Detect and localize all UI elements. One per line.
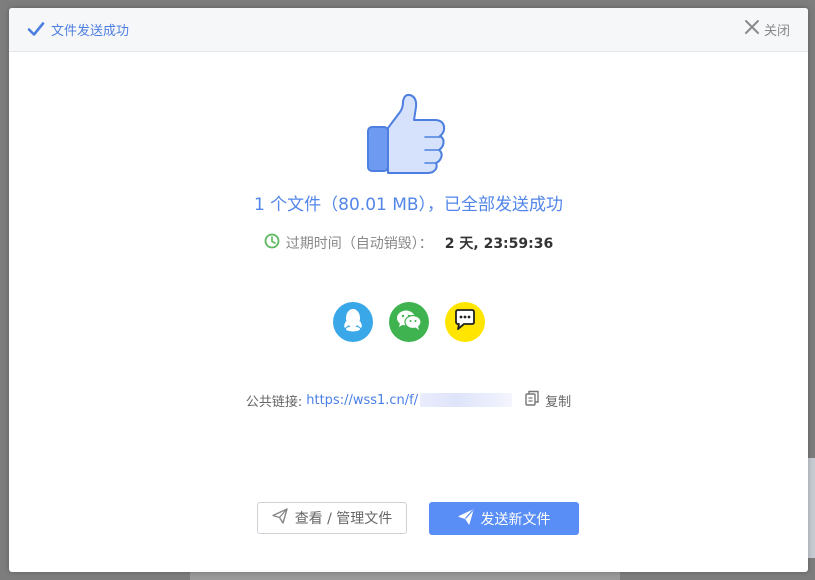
- expiry-countdown: 2 天, 23:59:36: [444, 236, 554, 252]
- share-qq-button[interactable]: [332, 302, 373, 342]
- wechat-icon: [395, 308, 423, 336]
- close-icon: [744, 19, 760, 39]
- view-manage-files-label: 查看 / 管理文件: [294, 511, 393, 527]
- public-link-label: 公共链接:: [245, 394, 303, 410]
- expiry-label: 过期时间（自动销毁）：: [285, 236, 433, 252]
- redacted-link-code: [420, 393, 513, 407]
- public-link-row: 公共链接: https://wss1.cn/f/ 复制: [9, 390, 808, 410]
- copy-icon: [524, 390, 540, 410]
- send-new-file-label: 发送新文件: [480, 511, 551, 528]
- send-summary: 1 个文件（80.01 MB），已全部发送成功: [253, 195, 564, 215]
- expiry-row: 过期时间（自动销毁）： 2 天, 23:59:36: [9, 233, 808, 253]
- send-new-file-button[interactable]: 发送新文件: [429, 502, 579, 535]
- paper-plane-icon: [458, 509, 474, 529]
- dialog-header: 文件发送成功 关闭: [9, 8, 808, 52]
- check-icon: [27, 21, 45, 37]
- copy-link-button[interactable]: 复制: [524, 390, 571, 410]
- send-success-dialog: 文件发送成功 关闭 1 个文件（80.01 MB），已全部发送成功 过期时间（自…: [9, 8, 808, 572]
- thumbs-up-icon: [365, 90, 451, 176]
- qq-icon: [341, 307, 365, 337]
- dialog-title: 文件发送成功: [27, 19, 129, 39]
- paper-plane-icon: [271, 508, 288, 528]
- view-manage-files-button[interactable]: 查看 / 管理文件: [257, 502, 407, 534]
- clock-icon: [264, 233, 280, 253]
- close-label: 关闭: [763, 23, 790, 39]
- backdrop-page-bottom: [190, 572, 620, 580]
- dialog-title-text: 文件发送成功: [51, 23, 130, 39]
- chat-bubble-icon: [452, 309, 478, 335]
- share-wechat-button[interactable]: [388, 302, 429, 342]
- close-button[interactable]: 关闭: [744, 19, 790, 39]
- share-messenger-button[interactable]: [444, 302, 485, 342]
- share-buttons: [9, 302, 808, 344]
- public-link-url[interactable]: https://wss1.cn/f/: [306, 393, 418, 408]
- copy-label: 复制: [545, 394, 572, 410]
